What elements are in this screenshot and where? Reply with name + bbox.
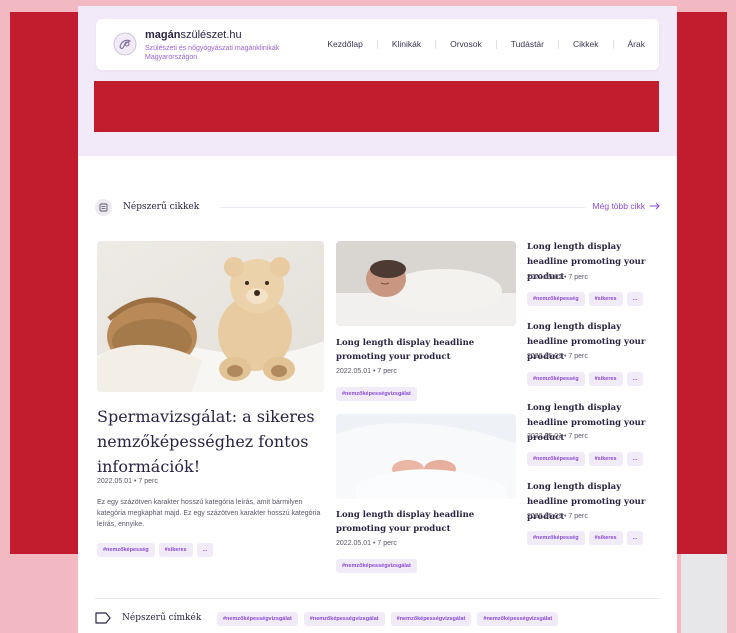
- article-date: 2022.05.01: [527, 433, 563, 440]
- nav-item-klinikak[interactable]: Klinikák: [392, 39, 421, 49]
- tag-chip[interactable]: #nemzőképesség: [527, 292, 585, 306]
- popular-articles-header: Népszerű cikkek Még több cikk: [95, 199, 660, 216]
- tag-chip[interactable]: #nemzőképességvizsgálat: [477, 612, 559, 626]
- left-overlay-block: [10, 12, 78, 554]
- nav-separator: [612, 39, 614, 49]
- tag-chip[interactable]: #nemzőképességvizsgálat: [336, 559, 417, 573]
- right-overlay-block: [677, 12, 727, 554]
- tag-chip[interactable]: ...: [626, 372, 644, 386]
- stork-logo-icon[interactable]: [113, 32, 137, 56]
- featured-article-excerpt: Ez egy százötven karakter hosszú kategór…: [97, 499, 321, 528]
- middle-article-title[interactable]: Long length display headline promoting y…: [336, 508, 516, 536]
- article-date: 2022.05.01: [527, 274, 563, 281]
- nav-item-arak[interactable]: Árak: [628, 39, 645, 49]
- tag-chip[interactable]: #nemzőképességvizsgálat: [390, 612, 472, 626]
- nav-separator: [376, 39, 378, 49]
- article-date: 2022.05.01: [97, 478, 133, 485]
- tag-chip[interactable]: ...: [626, 452, 644, 466]
- featured-article-tags: #nemzőképesség #sikeres ...: [97, 543, 214, 557]
- read-time: 7 perc: [377, 540, 397, 547]
- nav-item-orvosok[interactable]: Orvosok: [450, 39, 482, 49]
- tag-chip[interactable]: #nemzőképességvizsgálat: [336, 387, 417, 401]
- popular-tags-row: Népszerű címkék #nemzőképességvizsgálat …: [95, 610, 660, 628]
- tag-icon: [95, 612, 111, 624]
- article-icon: [95, 199, 112, 216]
- side-article-meta: 2022.05.01 • 7 perc: [527, 353, 588, 360]
- featured-article-image[interactable]: [97, 241, 324, 392]
- tag-chip[interactable]: #nemzőképesség: [527, 452, 585, 466]
- tag-chip[interactable]: ...: [626, 292, 644, 306]
- nav-item-kezdolap[interactable]: Kezdőlap: [327, 39, 362, 49]
- tag-chip[interactable]: #sikeres: [588, 452, 623, 466]
- tag-chip[interactable]: ...: [626, 531, 644, 545]
- read-time: 7 perc: [568, 274, 588, 281]
- read-time: 7 perc: [568, 513, 588, 520]
- tag-chip[interactable]: #sikeres: [588, 531, 623, 545]
- nav-separator: [435, 39, 437, 49]
- section-divider: [95, 598, 660, 599]
- tag-chip[interactable]: #nemzőképesség: [527, 372, 585, 386]
- popular-tags-title: Népszerű címkék: [122, 613, 202, 623]
- tag-chip[interactable]: #nemzőképesség: [527, 531, 585, 545]
- tag-chip[interactable]: #nemzőképességvizsgálat: [217, 612, 298, 626]
- read-time: 7 perc: [377, 368, 397, 375]
- arrow-right-icon: [650, 202, 660, 210]
- middle-article-image[interactable]: [336, 414, 516, 499]
- brand-tagline: Szülészeti és nőgyógyászati magánkliniká…: [145, 45, 280, 61]
- nav-separator: [495, 39, 497, 49]
- side-article-tags: #nemzőképesség #sikeres ...: [527, 452, 644, 466]
- more-articles-link[interactable]: Még több cikk: [593, 201, 660, 211]
- tag-chip[interactable]: #nemzőképességvizsgálat: [303, 612, 385, 626]
- side-article-tags: #nemzőképesség #sikeres ...: [527, 292, 644, 306]
- middle-article-tags: #nemzőképességvizsgálat: [336, 387, 417, 401]
- top-navigation-bar: magánszülészet.hu Szülészeti és nőgyógyá…: [96, 19, 659, 70]
- tag-chip[interactable]: #sikeres: [588, 292, 623, 306]
- article-date: 2022.05.01: [336, 368, 372, 375]
- article-date: 2022.05.01: [527, 353, 563, 360]
- more-articles-label: Még több cikk: [592, 201, 645, 211]
- middle-article-image[interactable]: [336, 241, 516, 326]
- popular-tags-list: #nemzőképességvizsgálat #nemzőképességvi…: [217, 612, 559, 626]
- featured-article-meta: 2022.05.01 • 7 perc: [97, 478, 158, 485]
- article-date: 2022.05.01: [527, 513, 563, 520]
- section-divider: [220, 207, 585, 208]
- page: magánszülészet.hu Szülészeti és nőgyógyá…: [78, 6, 677, 633]
- middle-article-meta: 2022.05.01 • 7 perc: [336, 368, 397, 375]
- featured-article-title[interactable]: Spermavizsgálat: a sikeres nemzőképesség…: [97, 404, 322, 479]
- brand-name[interactable]: magánszülészet.hu: [145, 29, 242, 41]
- read-time: 7 perc: [568, 433, 588, 440]
- tag-chip[interactable]: #sikeres: [588, 372, 623, 386]
- banner-placeholder: [94, 81, 659, 132]
- side-article-tags: #nemzőképesség #sikeres ...: [527, 531, 644, 545]
- nav-item-cikkek[interactable]: Cikkek: [573, 39, 599, 49]
- section-title: Népszerű cikkek: [123, 202, 200, 212]
- side-article-meta: 2022.05.01 • 7 perc: [527, 274, 588, 281]
- middle-article-tags: #nemzőképességvizsgálat: [336, 559, 417, 573]
- tag-chip[interactable]: #nemzőképesség: [97, 543, 155, 557]
- side-article-meta: 2022.05.01 • 7 perc: [527, 513, 588, 520]
- main-menu: Kezdőlap Klinikák Orvosok Tudástár Cikke…: [327, 39, 645, 49]
- nav-separator: [558, 39, 559, 49]
- nav-item-tudastar[interactable]: Tudástár: [511, 39, 544, 49]
- tag-chip[interactable]: ...: [196, 543, 214, 557]
- side-article-meta: 2022.05.01 • 7 perc: [527, 433, 588, 440]
- read-time: 7 perc: [138, 478, 158, 485]
- article-date: 2022.05.01: [336, 540, 372, 547]
- side-article-tags: #nemzőképesség #sikeres ...: [527, 372, 644, 386]
- right-gray-band: [681, 554, 727, 633]
- tag-chip[interactable]: #sikeres: [158, 543, 193, 557]
- middle-article-meta: 2022.05.01 • 7 perc: [336, 540, 397, 547]
- middle-article-title[interactable]: Long length display headline promoting y…: [336, 336, 516, 364]
- read-time: 7 perc: [568, 353, 588, 360]
